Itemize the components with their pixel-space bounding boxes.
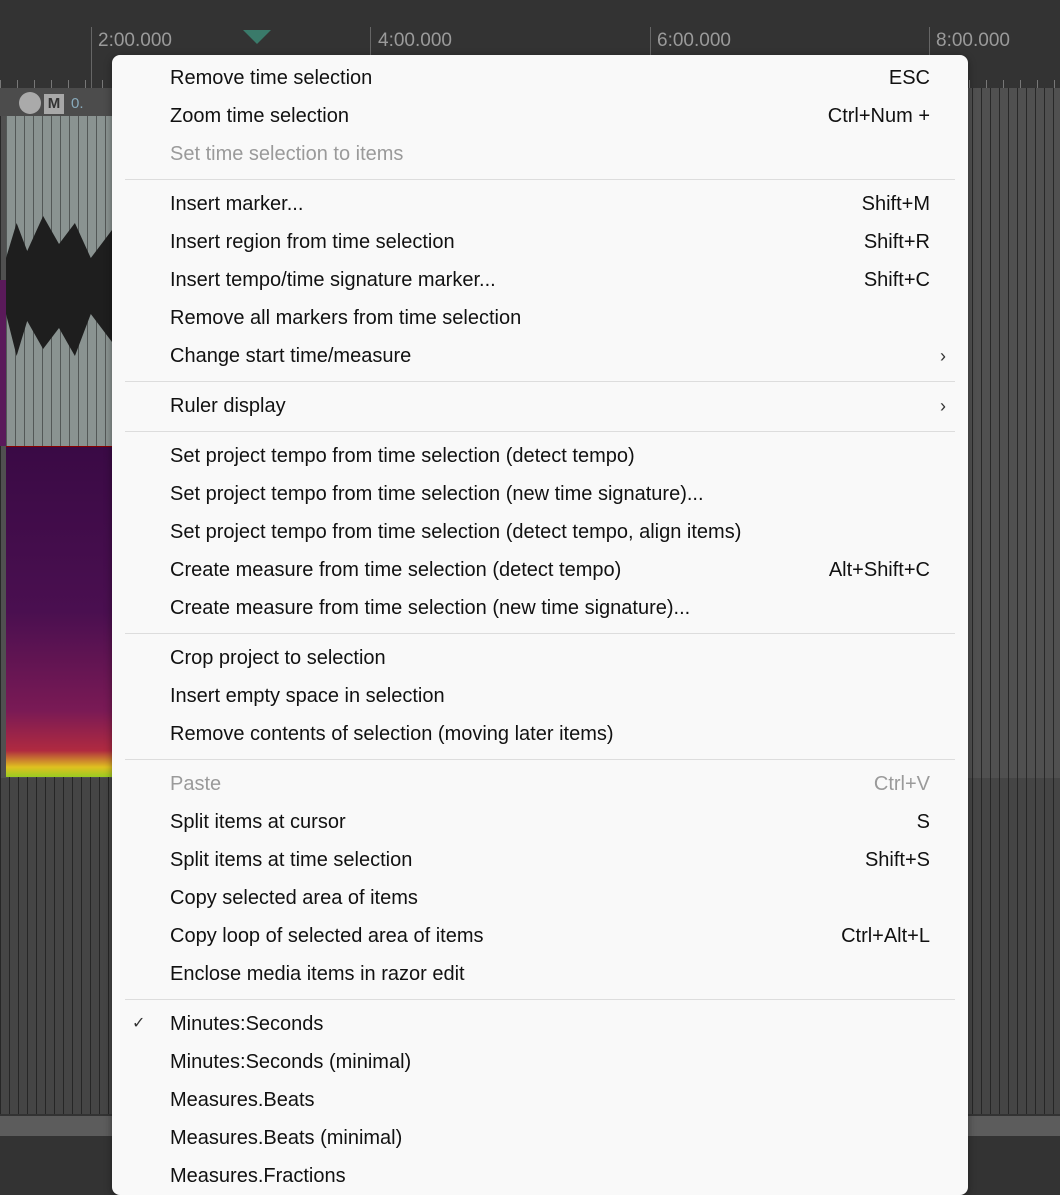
menu-item-set-project-tempo-from-time-selection-detect-tempo-align-items[interactable]: Set project tempo from time selection (d… — [112, 513, 968, 551]
menu-item-measures-beats-minimal[interactable]: Measures.Beats (minimal) — [112, 1119, 968, 1157]
menu-item-insert-tempo-time-signature-marker[interactable]: Insert tempo/time signature marker... Shi… — [112, 261, 968, 299]
menu-item-label: Copy loop of selected area of items — [170, 925, 484, 947]
menu-item-set-project-tempo-from-time-selection-detect-tempo[interactable]: Set project tempo from time selection (d… — [112, 437, 968, 475]
menu-item-insert-empty-space-in-selection[interactable]: Insert empty space in selection — [112, 677, 968, 715]
item-value: 0. — [71, 95, 84, 112]
menu-item-split-items-at-cursor[interactable]: Split items at cursor S — [112, 803, 968, 841]
waveform-shape — [6, 216, 112, 356]
menu-item-label: Change start time/measure — [170, 345, 412, 367]
checkmark-icon: ✓ — [132, 1015, 146, 1032]
menu-item-change-start-time-measure[interactable]: Change start time/measure › — [112, 337, 968, 375]
menu-item-label: Enclose media items in razor edit — [170, 963, 465, 985]
menu-item-zoom-time-selection[interactable]: Zoom time selection Ctrl+Num + — [112, 97, 968, 135]
menu-item-label: Zoom time selection — [170, 105, 349, 127]
menu-item-label: Set time selection to items — [170, 143, 404, 165]
edit-cursor-marker[interactable] — [243, 30, 271, 44]
menu-item-label: Remove time selection — [170, 67, 373, 89]
menu-item-create-measure-from-time-selection-detect-tempo[interactable]: Create measure from time selection (dete… — [112, 551, 968, 589]
menu-separator — [125, 431, 955, 432]
menu-item-set-time-selection-to-items: Set time selection to items — [112, 135, 968, 173]
menu-item-minutes-seconds-minimal[interactable]: Minutes:Seconds (minimal) — [112, 1043, 968, 1081]
menu-item-paste: Paste Ctrl+V — [112, 765, 968, 803]
menu-item-label: Set project tempo from time selection (n… — [170, 483, 704, 505]
menu-item-minutes-seconds[interactable]: ✓ Minutes:Seconds — [112, 1005, 968, 1043]
menu-separator — [125, 633, 955, 634]
menu-item-label: Minutes:Seconds — [170, 1013, 324, 1035]
menu-item-copy-loop-of-selected-area-of-items[interactable]: Copy loop of selected area of items Ctrl+… — [112, 917, 968, 955]
menu-item-shortcut: Shift+M — [861, 193, 930, 215]
menu-item-remove-time-selection[interactable]: Remove time selection ESC — [112, 59, 968, 97]
menu-item-label: Create measure from time selection (new … — [170, 597, 691, 619]
menu-separator — [125, 179, 955, 180]
menu-separator — [125, 999, 955, 1000]
menu-item-create-measure-from-time-selection-new-time-signature[interactable]: Create measure from time selection (new … — [112, 589, 968, 627]
menu-item-shortcut: Ctrl+Alt+L — [841, 925, 930, 947]
menu-item-insert-region-from-time-selection[interactable]: Insert region from time selection Shift+R — [112, 223, 968, 261]
ruler-gridline — [91, 27, 92, 88]
menu-item-shortcut: Ctrl+V — [873, 773, 930, 795]
menu-separator — [125, 381, 955, 382]
menu-item-shortcut: Shift+R — [863, 231, 930, 253]
menu-item-label: Paste — [170, 773, 222, 795]
menu-item-label: Create measure from time selection (dete… — [170, 559, 622, 581]
menu-item-label: Split items at time selection — [170, 849, 413, 871]
menu-item-shortcut: Alt+Shift+C — [828, 559, 930, 581]
menu-item-label: Set project tempo from time selection (d… — [170, 521, 742, 543]
menu-item-label: Ruler display — [170, 395, 286, 417]
menu-item-shortcut: ESC — [888, 67, 930, 89]
menu-item-label: Insert region from time selection — [170, 231, 455, 253]
chevron-right-icon: › — [940, 396, 946, 416]
menu-item-label: Crop project to selection — [170, 647, 386, 669]
menu-item-copy-selected-area-of-items[interactable]: Copy selected area of items — [112, 879, 968, 917]
chevron-right-icon: › — [940, 346, 946, 366]
menu-item-set-project-tempo-from-time-selection-new-time-signature[interactable]: Set project tempo from time selection (n… — [112, 475, 968, 513]
ruler-label: 8:00.000 — [936, 30, 1010, 51]
menu-item-label: Measures.Fractions — [170, 1165, 346, 1187]
menu-item-remove-all-markers-from-time-selection[interactable]: Remove all markers from time selection — [112, 299, 968, 337]
menu-item-shortcut: Ctrl+Num + — [827, 105, 930, 127]
ruler-label: 2:00.000 — [98, 30, 172, 51]
menu-item-label: Minutes:Seconds (minimal) — [170, 1051, 412, 1073]
menu-item-label: Measures.Beats (minimal) — [170, 1127, 403, 1149]
mute-button[interactable]: M — [44, 94, 64, 114]
menu-item-ruler-display[interactable]: Ruler display › — [112, 387, 968, 425]
menu-item-measures-beats[interactable]: Measures.Beats — [112, 1081, 968, 1119]
menu-item-label: Measures.Beats — [170, 1089, 315, 1111]
spectrogram-item[interactable] — [6, 446, 112, 777]
menu-item-label: Insert tempo/time signature marker... — [170, 269, 496, 291]
menu-item-label: Copy selected area of items — [170, 887, 418, 909]
menu-item-shortcut: S — [916, 811, 930, 833]
menu-item-remove-contents-of-selection-moving-later-items[interactable]: Remove contents of selection (moving lat… — [112, 715, 968, 753]
menu-separator — [125, 759, 955, 760]
menu-item-label: Set project tempo from time selection (d… — [170, 445, 635, 467]
context-menu: Remove time selection ESC Zoom time select… — [112, 55, 968, 1195]
ruler-label: 4:00.000 — [378, 30, 452, 51]
menu-item-shortcut: Shift+C — [863, 269, 930, 291]
menu-item-label: Insert empty space in selection — [170, 685, 445, 707]
menu-item-label: Remove contents of selection (moving lat… — [170, 723, 614, 745]
menu-item-insert-marker[interactable]: Insert marker... Shift+M — [112, 185, 968, 223]
menu-item-crop-project-to-selection[interactable]: Crop project to selection — [112, 639, 968, 677]
menu-item-label: Insert marker... — [170, 193, 304, 215]
ruler-label: 6:00.000 — [657, 30, 731, 51]
menu-item-split-items-at-time-selection[interactable]: Split items at time selection Shift+S — [112, 841, 968, 879]
menu-item-label: Split items at cursor — [170, 811, 346, 833]
menu-item-shortcut: Shift+S — [864, 849, 930, 871]
menu-item-label: Remove all markers from time selection — [170, 307, 522, 329]
waveform-item[interactable] — [6, 116, 112, 446]
menu-item-enclose-media-items-in-razor-edit[interactable]: Enclose media items in razor edit — [112, 955, 968, 993]
menu-item-measures-fractions[interactable]: Measures.Fractions — [112, 1157, 968, 1195]
volume-knob-icon[interactable] — [19, 92, 41, 114]
